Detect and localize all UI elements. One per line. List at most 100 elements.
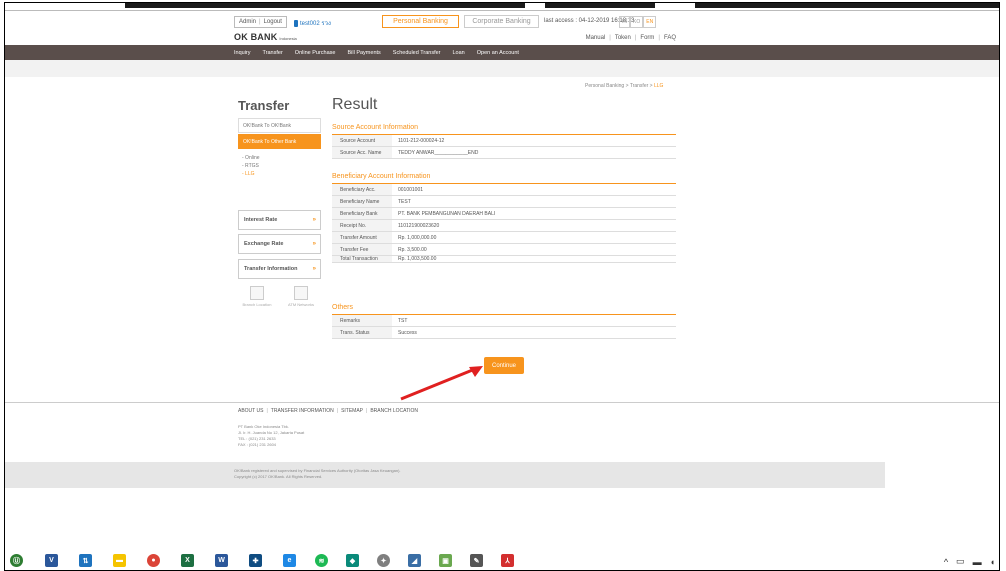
- others-section: Others Remarks TST Trans. Status Success: [332, 304, 676, 339]
- logout-link[interactable]: Logout: [264, 19, 282, 25]
- arrow-right-icon: »: [312, 217, 316, 223]
- table-row: Total Transaction Rp. 1,003,500.00: [332, 256, 676, 263]
- nav-bill-payments[interactable]: Bill Payments: [347, 50, 380, 56]
- sidebar-sub-llg[interactable]: - LLG: [242, 170, 260, 178]
- volume-icon[interactable]: ◖: [990, 557, 995, 567]
- chevron-up-icon[interactable]: ^: [944, 557, 948, 567]
- browser-divider: [5, 10, 999, 11]
- lang-in[interactable]: IN: [619, 16, 630, 28]
- token-link[interactable]: Token: [615, 35, 631, 41]
- atm-networks-link[interactable]: ATM Networks: [282, 286, 320, 307]
- tool-icon[interactable]: ◢: [408, 554, 421, 567]
- table-row: Beneficiary Name TEST: [332, 196, 676, 208]
- source-section-title: Source Account Information: [332, 124, 676, 135]
- exchange-rate-box[interactable]: Exchange Rate»: [238, 234, 321, 254]
- bird-icon[interactable]: ◆: [346, 554, 359, 567]
- nav-scheduled-transfer[interactable]: Scheduled Transfer: [393, 50, 441, 56]
- word-icon[interactable]: W: [215, 554, 228, 567]
- lang-en[interactable]: EN: [643, 16, 657, 28]
- breadcrumb-current: LLG: [653, 83, 664, 89]
- table-row: Source Acc. Name TEDDY ANWAR____________…: [332, 147, 676, 159]
- visio-icon[interactable]: V: [45, 554, 58, 567]
- spotify-icon[interactable]: ≋: [315, 554, 328, 567]
- table-row: Source Account 1101-212-000024-12: [332, 135, 676, 147]
- tab-personal-banking[interactable]: Personal Banking: [382, 15, 459, 28]
- table-row: Receipt No. 110121900023620: [332, 220, 676, 232]
- continue-button[interactable]: Continue: [484, 357, 524, 374]
- admin-link[interactable]: Admin: [239, 19, 256, 25]
- sidebar-menu: OK!Bank To OK!Bank OK!Bank To Other Bank: [238, 118, 321, 150]
- transfer-information-box[interactable]: Transfer Information»: [238, 259, 321, 279]
- logo-sub: Indonesia: [279, 36, 297, 41]
- beneficiary-section: Beneficiary Account Information Benefici…: [332, 173, 676, 263]
- edge-icon[interactable]: e: [283, 554, 296, 567]
- beneficiary-section-title: Beneficiary Account Information: [332, 173, 676, 184]
- logo-brand: OK BANK: [234, 32, 278, 42]
- red-arrow-annotation: [400, 366, 483, 401]
- sidebar-submenu: - Online - RTGS - LLG: [242, 154, 260, 178]
- paint-icon[interactable]: ✎: [470, 554, 483, 567]
- start-icon[interactable]: Ⓤ: [10, 554, 23, 567]
- app-icon[interactable]: ✚: [249, 554, 262, 567]
- table-row: Transfer Amount Rp. 1,000,000.00: [332, 232, 676, 244]
- site-header: Admin | Logout test002 รวง Personal Bank…: [234, 15, 679, 47]
- branch-location-icon: [250, 286, 264, 300]
- network-icon[interactable]: ⇅: [79, 554, 92, 567]
- footer-transfer-info-link[interactable]: TRANSFER INFORMATION: [271, 408, 334, 414]
- table-row: Transfer Fee Rp. 3,500.00: [332, 244, 676, 256]
- footer-branch-link[interactable]: BRANCH LOCATION: [370, 408, 418, 414]
- system-tray: ^ ▭ ▬ ◖: [944, 556, 995, 567]
- arrow-right-icon: »: [312, 266, 316, 272]
- main-nav: Inquiry Transfer Online Purchase Bill Pa…: [5, 45, 999, 60]
- footer-sitemap-link[interactable]: SITEMAP: [341, 408, 363, 414]
- arrow-right-icon: »: [312, 241, 316, 247]
- bank-logo[interactable]: OK BANK Indonesia: [234, 32, 297, 42]
- nav-open-account[interactable]: Open an Account: [477, 50, 519, 56]
- manual-link[interactable]: Manual: [586, 35, 606, 41]
- sidebar-item-okbank-to-okbank[interactable]: OK!Bank To OK!Bank: [238, 118, 321, 133]
- table-row: Trans. Status Success: [332, 327, 676, 339]
- atm-networks-icon: [294, 286, 308, 300]
- nav-online-purchase[interactable]: Online Purchase: [295, 50, 336, 56]
- sidebar-icons: Branch Location ATM Networks: [238, 286, 320, 307]
- nav-inquiry[interactable]: Inquiry: [234, 50, 251, 56]
- sidebar-sub-online[interactable]: - Online: [242, 154, 260, 162]
- sub-nav-bar: [5, 60, 999, 77]
- footer-address: PT Bank Oke Indonesia Tbk. Jl. Ir. H. Ju…: [238, 424, 305, 447]
- faq-link[interactable]: FAQ: [664, 35, 676, 41]
- breadcrumb: Personal Banking > Transfer > LLG: [585, 83, 664, 89]
- sidebar-item-okbank-to-other[interactable]: OK!Bank To Other Bank: [238, 134, 321, 149]
- network-tray-icon[interactable]: ▭: [956, 556, 965, 567]
- branch-location-link[interactable]: Branch Location: [238, 286, 276, 307]
- breadcrumb-root[interactable]: Personal Banking: [585, 83, 624, 89]
- table-row: Beneficiary Bank PT. BANK PEMBANGUNAN DA…: [332, 208, 676, 220]
- chrome-icon[interactable]: ●: [147, 554, 160, 567]
- battery-icon[interactable]: ▬: [973, 557, 982, 567]
- interest-rate-box[interactable]: Interest Rate»: [238, 210, 321, 230]
- admin-logout-box: Admin | Logout: [234, 16, 287, 28]
- utility-links: Manual | Token | Form | FAQ: [585, 35, 676, 41]
- nav-loan[interactable]: Loan: [453, 50, 465, 56]
- pdf-icon[interactable]: ⅄: [501, 554, 514, 567]
- user-icon: [294, 19, 298, 27]
- game-icon[interactable]: ✦: [377, 554, 390, 567]
- excel-icon[interactable]: X: [181, 554, 194, 567]
- language-switch: IN KO EN: [619, 16, 657, 28]
- footer-links: ABOUT US | TRANSFER INFORMATION | SITEMAP |…: [238, 408, 419, 414]
- breadcrumb-mid[interactable]: Transfer: [630, 83, 648, 89]
- footer-divider: [5, 402, 999, 403]
- user-label: test002 รวง: [294, 18, 331, 28]
- source-account-section: Source Account Information Source Accoun…: [332, 124, 676, 159]
- others-section-title: Others: [332, 304, 676, 315]
- table-row: Remarks TST: [332, 315, 676, 327]
- sidebar-sub-rtgs[interactable]: - RTGS: [242, 162, 260, 170]
- nav-transfer[interactable]: Transfer: [263, 50, 283, 56]
- footer-about-link[interactable]: ABOUT US: [238, 408, 263, 414]
- image-icon[interactable]: ▣: [439, 554, 452, 567]
- lang-ko[interactable]: KO: [630, 16, 644, 28]
- form-link[interactable]: Form: [640, 35, 654, 41]
- folder-icon[interactable]: ▬: [113, 554, 126, 567]
- tab-corporate-banking[interactable]: Corporate Banking: [464, 15, 539, 28]
- screen-frame: Admin | Logout test002 รวง Personal Bank…: [4, 2, 1000, 571]
- windows-taskbar: Ⓤ V ⇅ ▬ ● X W ✚ e ≋ ◆ ✦ ◢ ▣ ✎ ⅄ ^ ▭ ▬ ◖: [5, 549, 999, 570]
